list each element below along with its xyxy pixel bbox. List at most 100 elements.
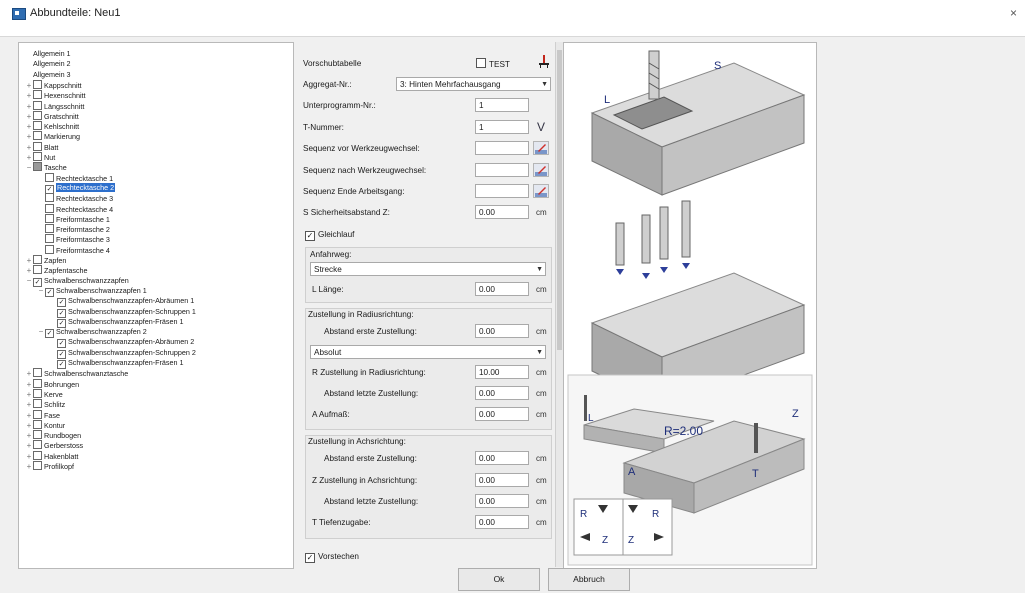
aggregat-select[interactable]: 3: Hinten Mehrfachausgang ▼ <box>396 77 551 91</box>
tree-checkbox[interactable] <box>45 213 54 223</box>
tree-checkbox[interactable] <box>45 193 54 203</box>
tree-item[interactable]: + Kontur <box>25 419 65 430</box>
tree-item[interactable]: + Blatt <box>25 141 58 152</box>
tree-item[interactable]: + Kehlschnitt <box>25 121 79 131</box>
abstand-erste-r-input[interactable]: 0.00 <box>475 324 529 338</box>
tree-item[interactable]: Freiformtasche 1 <box>37 213 110 224</box>
vorstechen-check-box[interactable]: ✓ <box>305 553 315 563</box>
z-zustellung-input[interactable]: 0.00 <box>475 473 529 487</box>
test-check-box[interactable] <box>476 58 486 68</box>
scrollbar-thumb[interactable] <box>557 50 562 350</box>
tree-item[interactable]: − ✓ Schwalbenschwanzzapfen 1 <box>37 286 147 297</box>
sicherheit-input[interactable]: 0.00 <box>475 205 529 219</box>
expander-icon[interactable]: − <box>25 163 33 173</box>
tree-item[interactable]: + Schlitz <box>25 399 65 409</box>
tree-item[interactable]: + Bohrungen <box>25 378 79 389</box>
tree-checkbox[interactable] <box>33 152 42 161</box>
tree-item[interactable]: ✓ Rechtecktasche 2 <box>37 182 116 194</box>
tool-icon[interactable] <box>536 54 552 68</box>
tree-checkbox[interactable] <box>33 450 42 460</box>
tree-item[interactable]: + Zapfen <box>25 255 66 265</box>
ok-button[interactable]: Ok <box>458 568 540 591</box>
edit-seq-ende-icon[interactable] <box>533 184 549 198</box>
tree-item[interactable]: Rechtecktasche 3 <box>37 193 113 203</box>
gleichlauf-check-box[interactable]: ✓ <box>305 231 315 241</box>
tree-checkbox[interactable] <box>33 79 42 89</box>
tree-item[interactable]: + Hakenblatt <box>25 450 78 461</box>
tree-checkbox[interactable] <box>45 234 54 244</box>
test-checkbox[interactable]: TEST <box>476 58 510 69</box>
tree-item[interactable]: − Tasche <box>25 162 67 172</box>
tnummer-input[interactable]: 1 <box>475 120 529 134</box>
abstand-erste-a-input[interactable]: 0.00 <box>475 451 529 465</box>
seq-vor-input[interactable] <box>475 141 529 155</box>
tree-checkbox[interactable] <box>33 419 42 429</box>
tree-item[interactable]: + Fase <box>25 409 60 420</box>
tree-checkbox[interactable] <box>45 203 54 213</box>
tree-item[interactable]: ✓ Schwalbenschwanzzapfen-Abräumen 2 <box>49 337 194 349</box>
tree-item[interactable]: ✓ Schwalbenschwanzzapfen-Fräsen 1 <box>49 317 183 328</box>
tree-item[interactable]: + Schwalbenschwanztasche <box>25 368 128 378</box>
tree-item[interactable]: − ✓ Schwalbenschwanzzapfen 2 <box>37 327 147 339</box>
tree-checkbox[interactable] <box>33 388 42 398</box>
tree-item[interactable]: + Kappschnitt <box>25 79 82 90</box>
tree-item[interactable]: + Markierung <box>25 131 80 141</box>
absolut-select[interactable]: Absolut ▼ <box>310 345 546 359</box>
tree-item[interactable]: Allgemein 3 <box>25 70 71 80</box>
tree-item[interactable]: Freiformtasche 2 <box>37 224 110 234</box>
expander-icon[interactable]: + <box>25 462 33 472</box>
tree-item[interactable]: Rechtecktasche 1 <box>37 172 113 183</box>
close-icon[interactable]: × <box>1010 6 1017 20</box>
abstand-letzte-a-input[interactable]: 0.00 <box>475 494 529 508</box>
tool-select-button[interactable]: V <box>537 120 545 134</box>
tree-checkbox[interactable] <box>33 110 42 120</box>
tree-checkbox[interactable] <box>33 461 42 470</box>
expander-icon[interactable]: − <box>37 327 45 337</box>
expander-icon[interactable]: − <box>25 276 33 286</box>
tree-item[interactable]: Rechtecktasche 4 <box>37 203 113 214</box>
tree-item[interactable]: Freiformtasche 3 <box>37 234 110 244</box>
operations-tree[interactable]: Allgemein 1 Allgemein 2 Allgemein 3 + Kappsc… <box>18 42 294 569</box>
tree-checkbox[interactable] <box>33 131 42 141</box>
gleichlauf-checkbox[interactable]: ✓ Gleichlauf <box>305 230 354 241</box>
tree-item[interactable]: ✓ Schwalbenschwanzzapfen-Schruppen 1 <box>49 307 196 318</box>
edit-seq-nach-icon[interactable] <box>533 163 549 177</box>
tree-item[interactable]: + Gerberstoss <box>25 440 83 450</box>
tree-checkbox[interactable] <box>33 90 42 100</box>
tree-checkbox[interactable] <box>33 255 42 264</box>
tree-item[interactable]: ✓ Schwalbenschwanzzapfen-Abräumen 1 <box>49 296 194 308</box>
tree-item[interactable]: + Zapfentasche <box>25 265 88 275</box>
tree-item[interactable]: + Nut <box>25 152 55 162</box>
tree-item[interactable]: + Kerve <box>25 388 63 399</box>
tree-item[interactable]: ✓ Schwalbenschwanzzapfen-Schruppen 2 <box>49 348 196 359</box>
tree-item[interactable]: Freiformtasche 4 <box>37 244 110 255</box>
unterprogramm-input[interactable]: 1 <box>475 98 529 112</box>
laenge-input[interactable]: 0.00 <box>475 282 529 296</box>
tree-item[interactable]: + Rundbogen <box>25 430 81 440</box>
tree-item[interactable]: ✓ Schwalbenschwanzzapfen-Fräsen 1 <box>49 358 183 369</box>
tree-checkbox[interactable] <box>33 440 42 450</box>
tree-item[interactable]: Allgemein 1 <box>25 49 71 59</box>
tree-checkbox[interactable] <box>33 265 42 275</box>
tree-item[interactable]: + Längsschnitt <box>25 100 84 111</box>
seq-nach-input[interactable] <box>475 163 529 177</box>
tree-item[interactable]: Allgemein 2 <box>25 59 71 69</box>
tree-checkbox[interactable] <box>45 172 54 182</box>
tree-checkbox[interactable] <box>33 121 42 131</box>
tree-checkbox[interactable] <box>33 378 42 388</box>
abstand-letzte-r-input[interactable]: 0.00 <box>475 386 529 400</box>
r-zustellung-input[interactable]: 10.00 <box>475 365 529 379</box>
tree-checkbox[interactable] <box>33 430 42 440</box>
aufmass-input[interactable]: 0.00 <box>475 407 529 421</box>
tree-item[interactable]: − ✓ Schwalbenschwanzzapfen <box>25 276 129 287</box>
vorstechen-checkbox[interactable]: ✓ Vorstechen <box>305 552 359 563</box>
tree-checkbox[interactable] <box>45 224 54 234</box>
anfahrweg-select[interactable]: Strecke ▼ <box>310 262 546 276</box>
tree-item[interactable]: + Hexenschnitt <box>25 90 86 100</box>
seq-ende-input[interactable] <box>475 184 529 198</box>
expander-icon[interactable]: − <box>37 286 45 296</box>
cancel-button[interactable]: Abbruch <box>548 568 630 591</box>
tiefenzugabe-input[interactable]: 0.00 <box>475 515 529 529</box>
tree-checkbox[interactable] <box>33 409 42 419</box>
tree-checkbox[interactable] <box>33 162 42 172</box>
